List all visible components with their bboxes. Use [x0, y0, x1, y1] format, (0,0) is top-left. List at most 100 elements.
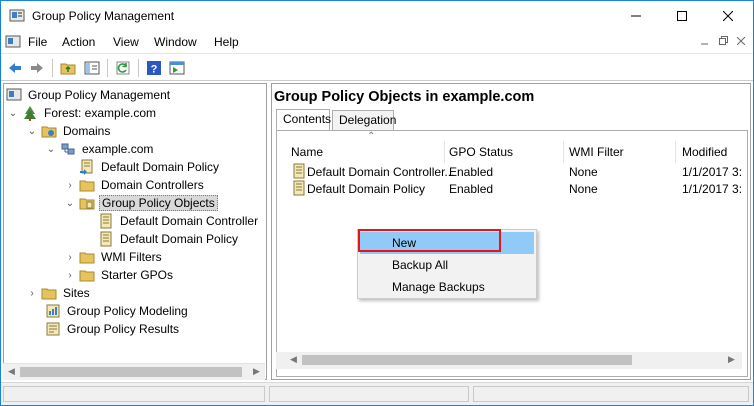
chevron-right-icon[interactable]: › — [64, 252, 76, 263]
status-segment — [473, 386, 749, 402]
folder-icon — [79, 180, 95, 192]
minimize-button[interactable] — [613, 1, 659, 31]
chevron-down-icon[interactable]: ⌄ — [64, 198, 76, 209]
menu-view[interactable]: View — [113, 35, 139, 49]
up-level-button[interactable] — [58, 58, 78, 78]
gpm-window: Group Policy Management File Action View… — [0, 0, 754, 406]
tree-item-label: Forest: example.com — [44, 106, 157, 120]
tree-item-label: Sites — [63, 286, 90, 300]
results-icon — [46, 322, 60, 336]
context-menu-item-backup-all[interactable]: Backup All — [360, 254, 534, 276]
show-hide-tree-button[interactable] — [82, 58, 102, 78]
tree-item-label: WMI Filters — [101, 250, 162, 264]
chevron-down-icon[interactable]: ⌄ — [26, 126, 38, 137]
cell-gpo-status: Enabled — [449, 165, 494, 179]
tree-item-default-domain-policy-gpo[interactable]: Default Domain Policy — [98, 230, 240, 248]
tree-item-sites[interactable]: › Sites — [26, 284, 92, 302]
tree-item-label: Group Policy Modeling — [67, 304, 188, 318]
tree-item-default-domain-controller-gpo[interactable]: Default Domain Controller — [98, 212, 260, 230]
column-divider[interactable] — [444, 141, 445, 163]
menu-help[interactable]: Help — [214, 35, 239, 49]
annotation-highlight-box — [358, 229, 501, 252]
tree-item-forest[interactable]: ⌄ Forest: example.com — [7, 104, 158, 122]
gpo-icon — [100, 213, 112, 229]
close-icon — [736, 36, 746, 46]
menu-window[interactable]: Window — [154, 35, 197, 49]
tab-delegation[interactable]: Delegation — [332, 110, 396, 131]
system-menu-icon[interactable] — [5, 34, 21, 50]
context-menu-item-manage-backups[interactable]: Manage Backups — [360, 276, 534, 298]
tree-item-group-policy-objects[interactable]: ⌄ Group Policy Objects — [64, 194, 218, 212]
refresh-button[interactable] — [113, 58, 133, 78]
scrollbar-thumb[interactable] — [302, 355, 632, 365]
tree-item-domain-controllers[interactable]: › Domain Controllers — [64, 176, 206, 194]
tree-item-group-policy-modeling[interactable]: Group Policy Modeling — [45, 302, 190, 320]
folder-icon — [79, 252, 95, 264]
mdi-close-button[interactable] — [736, 36, 746, 48]
list-horizontal-scrollbar[interactable]: ◀ ▶ — [276, 352, 742, 369]
tree-item-domains[interactable]: ⌄ Domains — [26, 122, 112, 140]
column-header-gpo-status[interactable]: GPO Status — [449, 145, 513, 159]
tree-horizontal-scrollbar[interactable]: ◀ ▶ — [3, 363, 265, 380]
tree-item-wmi-filters[interactable]: › WMI Filters — [64, 248, 164, 266]
toolbar-separator — [107, 59, 108, 77]
chevron-down-icon[interactable]: ⌄ — [7, 108, 19, 119]
table-row[interactable]: Default Domain Controller... Enabled Non… — [287, 163, 747, 180]
chevron-right-icon[interactable]: › — [64, 270, 76, 281]
tree-item-label: Domain Controllers — [101, 178, 204, 192]
modeling-icon — [46, 304, 60, 318]
tree-item-label: Group Policy Results — [67, 322, 180, 336]
domains-folder-icon — [41, 126, 57, 138]
gpo-folder-icon — [79, 198, 95, 210]
column-header-modified[interactable]: Modified — [682, 145, 727, 159]
menu-item-label: Manage Backups — [392, 280, 485, 294]
help-icon: ? — [147, 61, 161, 76]
tab-contents[interactable]: Contents — [276, 109, 331, 131]
status-segment — [269, 386, 469, 402]
tree-item-gpm-root[interactable]: Group Policy Management — [6, 86, 172, 104]
scroll-left-arrow-icon[interactable]: ◀ — [290, 354, 297, 365]
tree-item-label: Default Domain Controller — [120, 214, 259, 228]
cell-gpo-status: Enabled — [449, 182, 494, 196]
chevron-right-icon[interactable]: › — [26, 288, 38, 299]
properties-icon — [169, 61, 185, 75]
close-button[interactable] — [705, 1, 751, 31]
refresh-icon — [116, 61, 130, 75]
scroll-right-arrow-icon[interactable]: ▶ — [253, 366, 260, 377]
scrollbar-thumb[interactable] — [20, 367, 242, 377]
cell-name: Default Domain Policy — [307, 182, 426, 196]
tree-item-label: example.com — [82, 142, 154, 156]
console-tree[interactable]: Group Policy Management ⌄ Forest: exampl… — [3, 83, 267, 380]
column-header-name[interactable]: Name — [291, 145, 323, 159]
tree-item-label: Default Domain Policy — [101, 160, 220, 174]
tree-item-label: Group Policy Management — [28, 88, 171, 102]
column-divider[interactable] — [563, 141, 564, 163]
tree-item-group-policy-results[interactable]: Group Policy Results — [45, 320, 181, 338]
menu-action[interactable]: Action — [62, 35, 95, 49]
maximize-icon — [677, 11, 687, 21]
tree-item-starter-gpos[interactable]: › Starter GPOs — [64, 266, 175, 284]
toolbar-separator — [138, 59, 139, 77]
back-button[interactable] — [5, 58, 25, 78]
scroll-right-arrow-icon[interactable]: ▶ — [728, 354, 735, 365]
tree-item-example-com[interactable]: ⌄ example.com — [45, 140, 155, 158]
menu-file[interactable]: File — [28, 35, 47, 49]
domain-icon — [61, 143, 75, 155]
column-divider[interactable] — [675, 141, 676, 163]
chevron-right-icon[interactable]: › — [64, 180, 76, 191]
table-row[interactable]: Default Domain Policy Enabled None 1/1/2… — [287, 180, 747, 197]
maximize-button[interactable] — [659, 1, 705, 31]
status-segment — [3, 386, 265, 402]
chevron-down-icon[interactable]: ⌄ — [45, 144, 57, 155]
cell-wmi-filter: None — [569, 165, 598, 179]
mdi-minimize-button[interactable] — [701, 36, 709, 48]
properties-button[interactable] — [167, 58, 187, 78]
cell-wmi-filter: None — [569, 182, 598, 196]
help-button[interactable]: ? — [144, 58, 164, 78]
show-hide-tree-icon — [84, 61, 100, 75]
scroll-left-arrow-icon[interactable]: ◀ — [8, 366, 15, 377]
column-header-wmi-filter[interactable]: WMI Filter — [569, 145, 624, 159]
tree-item-default-domain-policy-link[interactable]: Default Domain Policy — [79, 158, 221, 176]
forward-button[interactable] — [27, 58, 47, 78]
mdi-restore-button[interactable] — [719, 36, 728, 48]
